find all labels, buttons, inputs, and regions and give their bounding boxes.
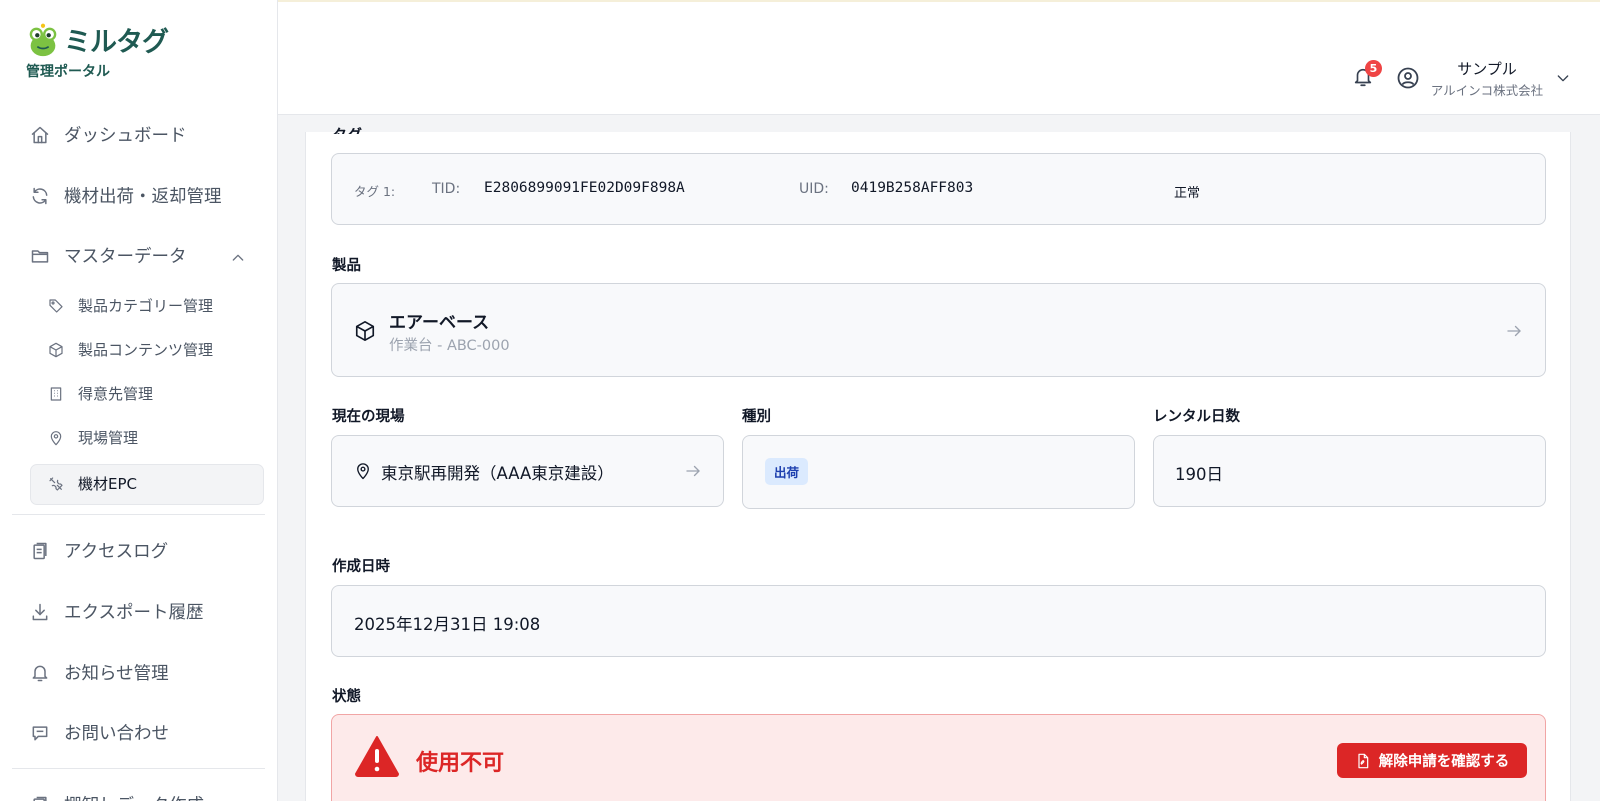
building-icon	[50, 386, 62, 401]
site-section-label: 現在の現場	[332, 409, 405, 425]
sub-product-content-label: 製品コンテンツ管理	[78, 341, 214, 359]
nav-inventory-data-label: 棚卸しデータ作成	[64, 792, 204, 801]
warning-icon	[355, 736, 399, 777]
confirm-release-request-button[interactable]: 解除申請を確認する	[1337, 743, 1527, 778]
created-value: 2025年12月31日 19:08	[354, 615, 541, 634]
clipboard-icon	[33, 796, 47, 801]
state-value: 使用不可	[416, 751, 505, 776]
nav-dashboard[interactable]: ダッシュボード	[30, 122, 187, 147]
nav-master-data[interactable]: マスターデータ	[30, 243, 187, 268]
sidebar: ミルタグ 管理ポータル ダッシュボード 機材出荷・返却管理 マスターデータ 製品…	[0, 0, 278, 801]
box-icon	[49, 342, 63, 357]
bell-icon	[32, 665, 48, 681]
nav-export-history[interactable]: エクスポート履歴	[30, 599, 203, 624]
logo-text: ミルタグ	[64, 27, 169, 58]
tools-icon	[49, 476, 63, 491]
tags-heading-cut: タグ	[332, 124, 362, 134]
nav-notice-management-label: お知らせ管理	[64, 664, 169, 684]
nav-access-log-label: アクセスログ	[64, 542, 169, 562]
chevron-up-icon[interactable]	[230, 250, 246, 266]
arrow-right-icon	[1507, 325, 1521, 337]
sub-product-category-label: 製品カテゴリー管理	[78, 297, 214, 315]
nav-inquiry-label: お問い合わせ	[64, 724, 169, 744]
top-header	[278, 0, 1600, 115]
app-logo[interactable]: ミルタグ 管理ポータル	[24, 20, 169, 81]
nav-notice-management[interactable]: お知らせ管理	[30, 660, 169, 685]
tag-icon	[49, 298, 63, 313]
folder-icon	[31, 249, 49, 263]
notification-badge: 5	[1365, 60, 1382, 77]
sidebar-divider-2	[12, 768, 265, 769]
sub-equipment-epc[interactable]: 機材EPC	[48, 473, 137, 494]
tid-label: TID:	[432, 181, 461, 197]
map-pin-icon	[50, 430, 62, 445]
file-pdf-icon	[1358, 753, 1369, 768]
sidebar-divider	[12, 514, 265, 515]
sub-product-content[interactable]: 製品コンテンツ管理	[48, 339, 213, 360]
nav-dashboard-label: ダッシュボード	[64, 126, 187, 146]
user-circle-icon[interactable]	[1396, 66, 1420, 90]
sub-product-category[interactable]: 製品カテゴリー管理	[48, 295, 213, 316]
sub-sites-label: 現場管理	[78, 429, 139, 447]
sub-equipment-epc-label: 機材EPC	[78, 475, 137, 493]
created-section-label: 作成日時	[332, 559, 390, 575]
rental-days-section-label: レンタル日数	[1153, 409, 1240, 425]
product-name: エアーベース	[389, 313, 490, 333]
tag-index-label: タグ 1:	[354, 184, 396, 199]
home-icon	[31, 126, 49, 143]
user-company: アルインコ株式会社	[1430, 83, 1544, 98]
uid-label: UID:	[799, 181, 829, 197]
message-icon	[32, 725, 48, 740]
rental-days-value: 190日	[1175, 465, 1223, 484]
sub-customers-label: 得意先管理	[78, 385, 154, 403]
nav-inquiry[interactable]: お問い合わせ	[30, 720, 169, 745]
product-section-label: 製品	[332, 258, 361, 274]
nav-master-data-label: マスターデータ	[64, 247, 187, 267]
download-icon	[32, 603, 48, 620]
state-section-label: 状態	[332, 689, 361, 705]
map-pin-icon	[357, 463, 369, 480]
sub-customers[interactable]: 得意先管理	[48, 383, 153, 404]
sub-sites[interactable]: 現場管理	[48, 427, 138, 448]
clipboard-icon	[33, 542, 47, 559]
user-name[interactable]: サンプル	[1428, 58, 1546, 79]
type-badge: 出荷	[765, 458, 809, 485]
tid-value: E2806899091FE02D09F898A	[484, 180, 685, 196]
nav-shipping-return-label: 機材出荷・返却管理	[64, 187, 222, 207]
uid-value: 0419B258AFF803	[851, 180, 974, 196]
box-icon	[355, 321, 375, 341]
arrow-right-icon	[686, 465, 700, 477]
nav-access-log[interactable]: アクセスログ	[30, 538, 168, 563]
type-section-label: 種別	[742, 409, 771, 425]
tag-status: 正常	[1174, 186, 1201, 201]
nav-export-history-label: エクスポート履歴	[64, 603, 204, 623]
refresh-icon	[32, 187, 48, 204]
nav-inventory-data[interactable]: 棚卸しデータ作成	[30, 792, 204, 801]
product-subtitle: 作業台 - ABC-000	[389, 338, 510, 354]
nav-shipping-return[interactable]: 機材出荷・返却管理	[30, 183, 222, 208]
product-link[interactable]	[331, 283, 1546, 377]
chevron-down-icon[interactable]	[1555, 70, 1571, 86]
site-name: 東京駅再開発（AAA東京建設）	[381, 464, 614, 483]
confirm-release-request-label: 解除申請を確認する	[1378, 754, 1510, 770]
mascot-icon	[29, 23, 57, 56]
logo-subtitle: 管理ポータル	[26, 64, 110, 80]
